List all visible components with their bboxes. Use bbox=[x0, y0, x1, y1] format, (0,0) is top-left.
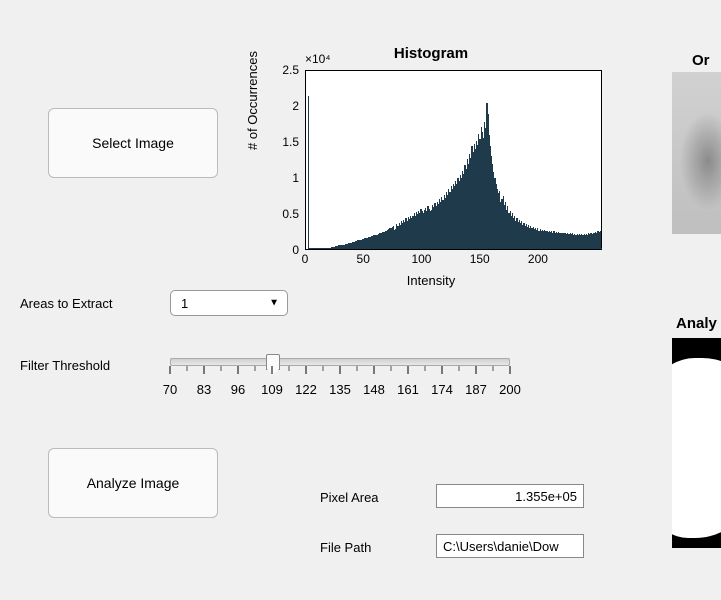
analyze-image-button[interactable]: Analyze Image bbox=[48, 448, 218, 518]
chart-ytick-label: 2 bbox=[292, 99, 299, 113]
chart-xtick-label: 100 bbox=[411, 252, 431, 266]
slider-track[interactable] bbox=[170, 358, 510, 366]
slider-tick bbox=[170, 366, 171, 374]
slider-tick bbox=[374, 366, 375, 374]
filter-threshold-slider[interactable]: 708396109122135148161174187200 bbox=[170, 352, 510, 398]
slider-tick bbox=[204, 366, 205, 374]
slider-tick-minor bbox=[459, 366, 460, 371]
slider-tick-minor bbox=[255, 366, 256, 371]
chart-xlabel: Intensity bbox=[255, 273, 607, 288]
slider-tick bbox=[408, 366, 409, 374]
slider-tick-minor bbox=[323, 366, 324, 371]
slider-tick bbox=[238, 366, 239, 374]
chart-ytick-label: 2.5 bbox=[282, 63, 299, 77]
slider-tick-minor bbox=[187, 366, 188, 371]
analyzed-image-preview bbox=[672, 338, 721, 548]
chart-bars bbox=[306, 71, 601, 249]
pixel-area-value: 1.355e+05 bbox=[515, 489, 577, 504]
analyzed-image-title: Analy bbox=[676, 315, 717, 332]
areas-to-extract-value: 1 bbox=[181, 296, 188, 311]
chart-plot-area bbox=[305, 70, 602, 250]
slider-tick-label: 174 bbox=[431, 382, 453, 397]
histogram-bar bbox=[308, 96, 309, 249]
slider-tick-minor bbox=[357, 366, 358, 371]
chart-ytick-label: 0.5 bbox=[282, 207, 299, 221]
slider-tick-minor bbox=[425, 366, 426, 371]
slider-tick-label: 161 bbox=[397, 382, 419, 397]
filter-threshold-label: Filter Threshold bbox=[20, 358, 110, 373]
slider-tick bbox=[476, 366, 477, 374]
slider-tick bbox=[340, 366, 341, 374]
slider-ticks bbox=[170, 366, 510, 380]
slider-tick-minor bbox=[221, 366, 222, 371]
areas-to-extract-label: Areas to Extract bbox=[20, 296, 112, 311]
original-image-title: Or bbox=[692, 52, 710, 69]
slider-tick bbox=[272, 366, 273, 374]
pixel-area-field[interactable]: 1.355e+05 bbox=[436, 484, 584, 508]
chart-yticks: 00.511.522.5 bbox=[255, 70, 303, 250]
slider-tick-minor bbox=[391, 366, 392, 371]
slider-tick-label: 200 bbox=[499, 382, 521, 397]
slider-tick-label: 122 bbox=[295, 382, 317, 397]
chart-ytick-label: 1 bbox=[292, 171, 299, 185]
slider-tick-label: 135 bbox=[329, 382, 351, 397]
chart-xtick-label: 0 bbox=[302, 252, 309, 266]
slider-tick-labels: 708396109122135148161174187200 bbox=[170, 382, 510, 398]
chart-y-exponent: ×10⁴ bbox=[305, 52, 331, 66]
slider-tick-minor bbox=[289, 366, 290, 371]
slider-tick bbox=[306, 366, 307, 374]
histogram-bar bbox=[601, 248, 602, 249]
file-path-value: C:\Users\danie\Dow bbox=[443, 539, 559, 554]
original-image-preview bbox=[672, 72, 721, 234]
chart-ytick-label: 1.5 bbox=[282, 135, 299, 149]
chart-xtick-label: 50 bbox=[357, 252, 370, 266]
chart-xticks: 0 50 100 150 200 bbox=[305, 252, 602, 270]
file-path-label: File Path bbox=[320, 540, 371, 555]
histogram-bar bbox=[600, 231, 601, 250]
slider-tick bbox=[510, 366, 511, 374]
file-path-field[interactable]: C:\Users\danie\Dow bbox=[436, 534, 584, 558]
chevron-down-icon: ▼ bbox=[269, 298, 279, 309]
slider-tick-label: 148 bbox=[363, 382, 385, 397]
select-image-label: Select Image bbox=[92, 135, 174, 151]
analyze-image-label: Analyze Image bbox=[87, 475, 180, 491]
select-image-button[interactable]: Select Image bbox=[48, 108, 218, 178]
slider-tick-label: 83 bbox=[197, 382, 211, 397]
chart-xtick-label: 150 bbox=[470, 252, 490, 266]
slider-tick-label: 70 bbox=[163, 382, 177, 397]
slider-tick-label: 187 bbox=[465, 382, 487, 397]
chart-xtick-label: 200 bbox=[528, 252, 548, 266]
areas-to-extract-select[interactable]: 1 ▼ bbox=[170, 290, 288, 316]
slider-tick-label: 96 bbox=[231, 382, 245, 397]
chart-ytick-label: 0 bbox=[292, 243, 299, 257]
slider-tick bbox=[442, 366, 443, 374]
slider-tick-label: 109 bbox=[261, 382, 283, 397]
slider-tick-minor bbox=[493, 366, 494, 371]
histogram-chart: Histogram ×10⁴ # of Occurrences 00.511.5… bbox=[255, 50, 607, 280]
pixel-area-label: Pixel Area bbox=[320, 490, 379, 505]
